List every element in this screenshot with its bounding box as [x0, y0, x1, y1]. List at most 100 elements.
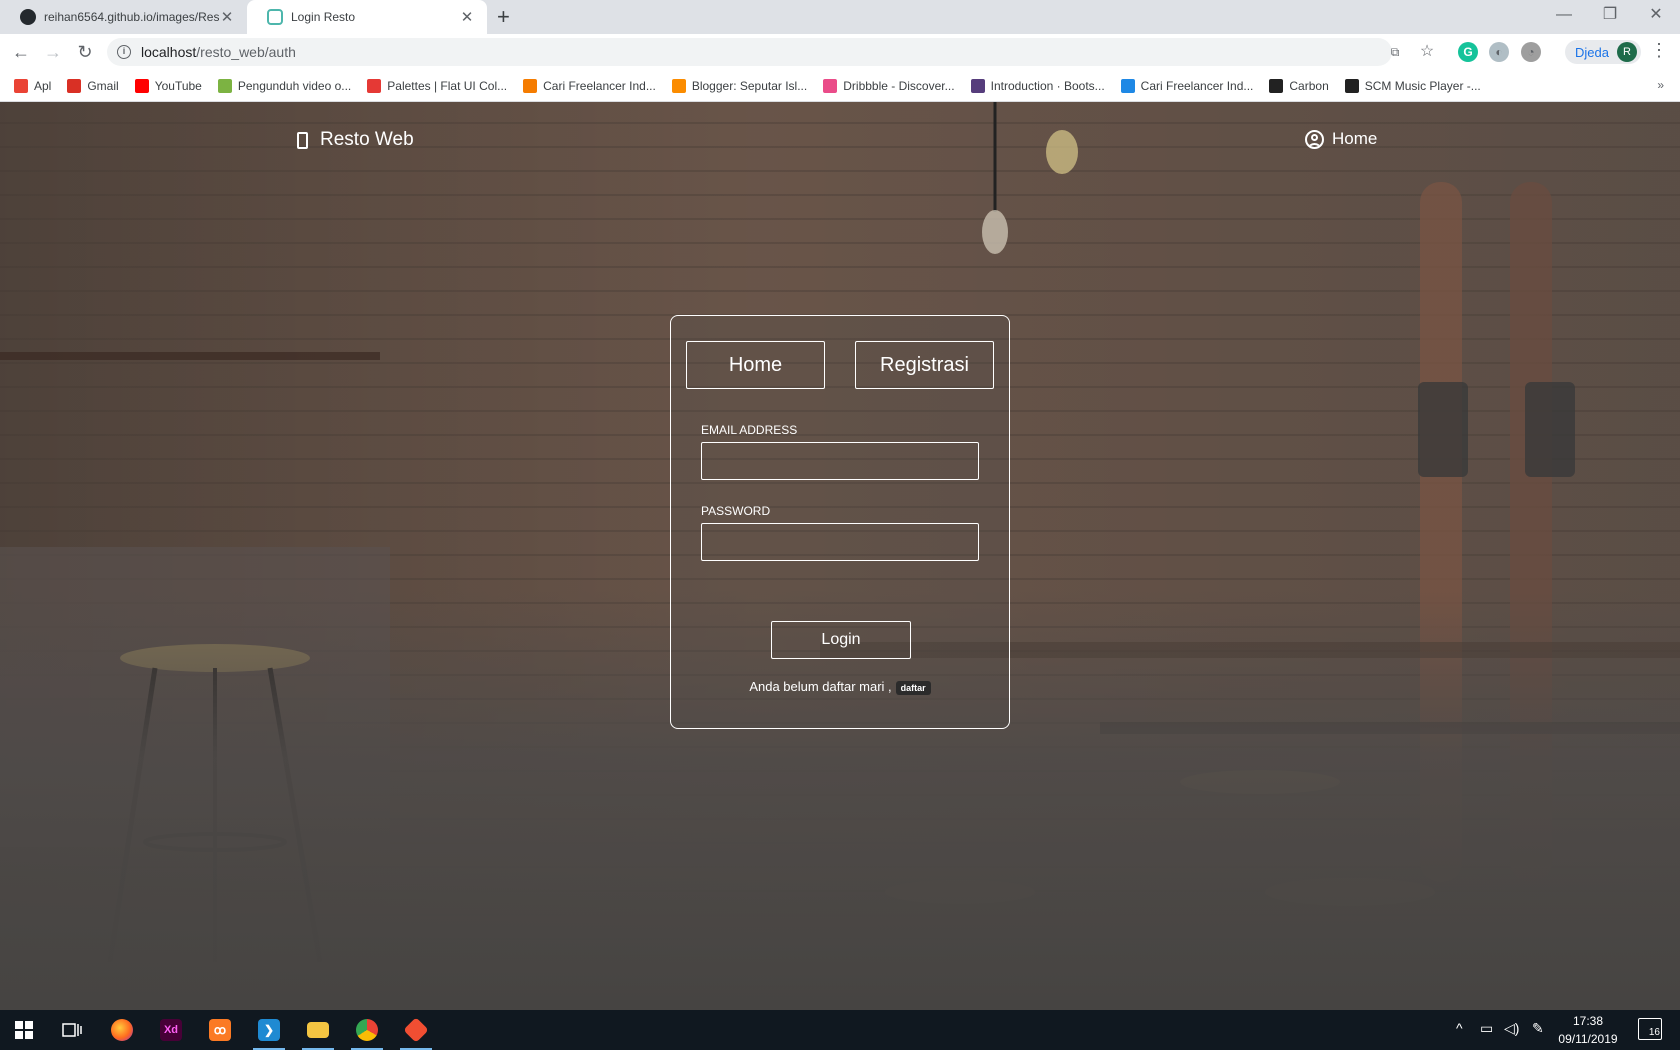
apps-grid-icon	[14, 78, 28, 93]
xampp-icon[interactable]: ꝏ	[196, 1010, 244, 1050]
bookmark-item[interactable]: Carbon	[1269, 78, 1329, 93]
network-icon[interactable]: ▭	[1480, 1020, 1493, 1037]
tab-title: reihan6564.github.io/images/Res	[44, 10, 219, 24]
profile-button[interactable]: Djeda R	[1565, 40, 1641, 64]
page-background: Resto Web Home Home Registrasi EMAIL ADD…	[0, 102, 1680, 1010]
chrome-icon[interactable]	[343, 1010, 391, 1050]
brand-logo[interactable]: Resto Web	[297, 129, 414, 151]
user-circle-icon	[1305, 129, 1324, 149]
bookmark-item[interactable]: SCM Music Player -...	[1344, 78, 1481, 93]
bookmark-label: Dribbble - Discover...	[843, 78, 955, 93]
reload-icon[interactable]: ↻	[72, 40, 98, 66]
url-host: localhost	[141, 44, 197, 60]
bookmark-item[interactable]: Pengunduh video o...	[217, 78, 352, 93]
profile-name: Djeda	[1575, 44, 1609, 60]
bookmark-item[interactable]: Apl	[14, 78, 52, 93]
bookmark-label: Cari Freelancer Ind...	[1140, 78, 1254, 93]
bootstrap-icon	[970, 78, 985, 93]
bookmark-item[interactable]: Cari Freelancer Ind...	[1120, 78, 1254, 93]
window-close-icon[interactable]: ✕	[1633, 2, 1679, 28]
extension-icon[interactable]: ◐	[1489, 42, 1509, 62]
close-icon[interactable]: ✕	[459, 8, 475, 26]
minimize-icon[interactable]: —	[1541, 2, 1587, 28]
carbon-icon	[1269, 78, 1284, 93]
login-button[interactable]: Login	[771, 621, 911, 659]
bookmark-label: YouTube	[154, 78, 202, 93]
bookmark-label: Introduction · Boots...	[990, 78, 1105, 93]
task-view-icon[interactable]	[48, 1010, 96, 1050]
brand-name: Resto Web	[320, 129, 414, 150]
bookmark-item[interactable]: Cari Freelancer Ind...	[523, 78, 656, 93]
menu-icon[interactable]: ⋮	[1650, 40, 1668, 61]
info-icon[interactable]: i	[117, 45, 131, 59]
gmail-icon	[67, 78, 82, 93]
password-field[interactable]	[701, 523, 979, 561]
bookmark-star-icon[interactable]: ☆	[1417, 42, 1437, 62]
restore-icon[interactable]: ❐	[1587, 2, 1633, 28]
palette-icon	[367, 78, 382, 93]
tab-login-resto[interactable]: Login Resto ✕	[247, 0, 487, 34]
adobe-xd-icon[interactable]: Xd	[147, 1010, 195, 1050]
new-tab-button[interactable]: +	[497, 5, 510, 29]
freelancer-icon	[523, 78, 538, 93]
file-explorer-icon[interactable]	[294, 1010, 342, 1050]
notification-count: 16	[1648, 1027, 1660, 1038]
pen-icon[interactable]: ✎	[1532, 1020, 1544, 1037]
mobile-phone-icon	[297, 131, 308, 149]
url-path: /resto_web/auth	[196, 44, 296, 60]
tab-github[interactable]: reihan6564.github.io/images/Res ✕	[0, 0, 247, 34]
volume-icon[interactable]: ◁)	[1504, 1020, 1519, 1037]
github-icon	[20, 9, 36, 25]
bookmark-label: Pengunduh video o...	[237, 78, 352, 93]
bookmark-item[interactable]: Blogger: Seputar Isl...	[671, 78, 808, 93]
forward-icon[interactable]: →	[40, 40, 66, 66]
tab-title: Login Resto	[291, 10, 356, 24]
bookmark-label: Blogger: Seputar Isl...	[691, 78, 808, 93]
back-icon[interactable]: ←	[8, 40, 34, 66]
git-icon[interactable]	[392, 1010, 440, 1050]
more-bookmarks-icon[interactable]: »	[1657, 78, 1664, 92]
register-link-badge[interactable]: daftar	[895, 680, 931, 695]
music-icon	[1344, 78, 1359, 93]
bookmark-label: Gmail	[87, 78, 119, 93]
register-prompt-text: Anda belum daftar mari ,	[749, 679, 892, 694]
bookmark-item[interactable]: Gmail	[67, 78, 119, 93]
bookmark-item[interactable]: Introduction · Boots...	[970, 78, 1105, 93]
bookmark-label: SCM Music Player -...	[1364, 78, 1481, 93]
extension-icon[interactable]: ◔	[1521, 42, 1541, 62]
notification-center-icon[interactable]: 16	[1638, 1018, 1662, 1040]
dribbble-icon	[823, 78, 838, 93]
avatar: R	[1616, 42, 1637, 62]
password-label: PASSWORD	[701, 504, 771, 518]
bookmark-item[interactable]: Dribbble - Discover...	[823, 78, 955, 93]
bookmark-label: Apl	[34, 78, 52, 93]
address-bar[interactable]: i localhost/resto_web/auth	[107, 38, 1392, 66]
home-button[interactable]: Home	[686, 341, 825, 389]
youtube-icon	[134, 78, 149, 93]
tab-strip: reihan6564.github.io/images/Res ✕ Login …	[0, 0, 1680, 34]
grammarly-icon[interactable]: G	[1458, 42, 1478, 62]
bookmark-item[interactable]: Palettes | Flat UI Col...	[367, 78, 508, 93]
windows-start-icon[interactable]	[0, 1010, 48, 1050]
system-clock[interactable]: 17:38 09/11/2019	[1548, 1012, 1628, 1048]
bookmark-label: Cari Freelancer Ind...	[543, 78, 656, 93]
chevron-up-icon[interactable]: ^	[1456, 1020, 1463, 1036]
nav-home-link[interactable]: Home	[1305, 129, 1377, 149]
login-card: Home Registrasi EMAIL ADDRESS PASSWORD L…	[670, 315, 1010, 729]
translate-icon[interactable]: ⧉	[1385, 42, 1405, 62]
clock-time: 17:38	[1572, 1014, 1604, 1028]
download-icon	[217, 78, 232, 93]
browser-toolbar: ← → ↻ i localhost/resto_web/auth ⧉ ☆ G ◐…	[0, 34, 1680, 70]
bookmark-label: Carbon	[1289, 78, 1329, 93]
firefox-icon[interactable]	[98, 1010, 146, 1050]
register-prompt: Anda belum daftar mari , daftar	[671, 679, 1009, 695]
bookmark-label: Palettes | Flat UI Col...	[387, 78, 508, 93]
close-icon[interactable]: ✕	[219, 8, 235, 26]
vscode-icon[interactable]: ❯	[245, 1010, 293, 1050]
nav-home-label: Home	[1332, 129, 1378, 148]
email-field[interactable]	[701, 442, 979, 480]
bookmark-item[interactable]: YouTube	[134, 78, 202, 93]
resto-web-icon	[267, 9, 283, 25]
bookmarks-bar: Apl Gmail YouTube Pengunduh video o... Palet…	[0, 70, 1680, 102]
register-button[interactable]: Registrasi	[855, 341, 994, 389]
